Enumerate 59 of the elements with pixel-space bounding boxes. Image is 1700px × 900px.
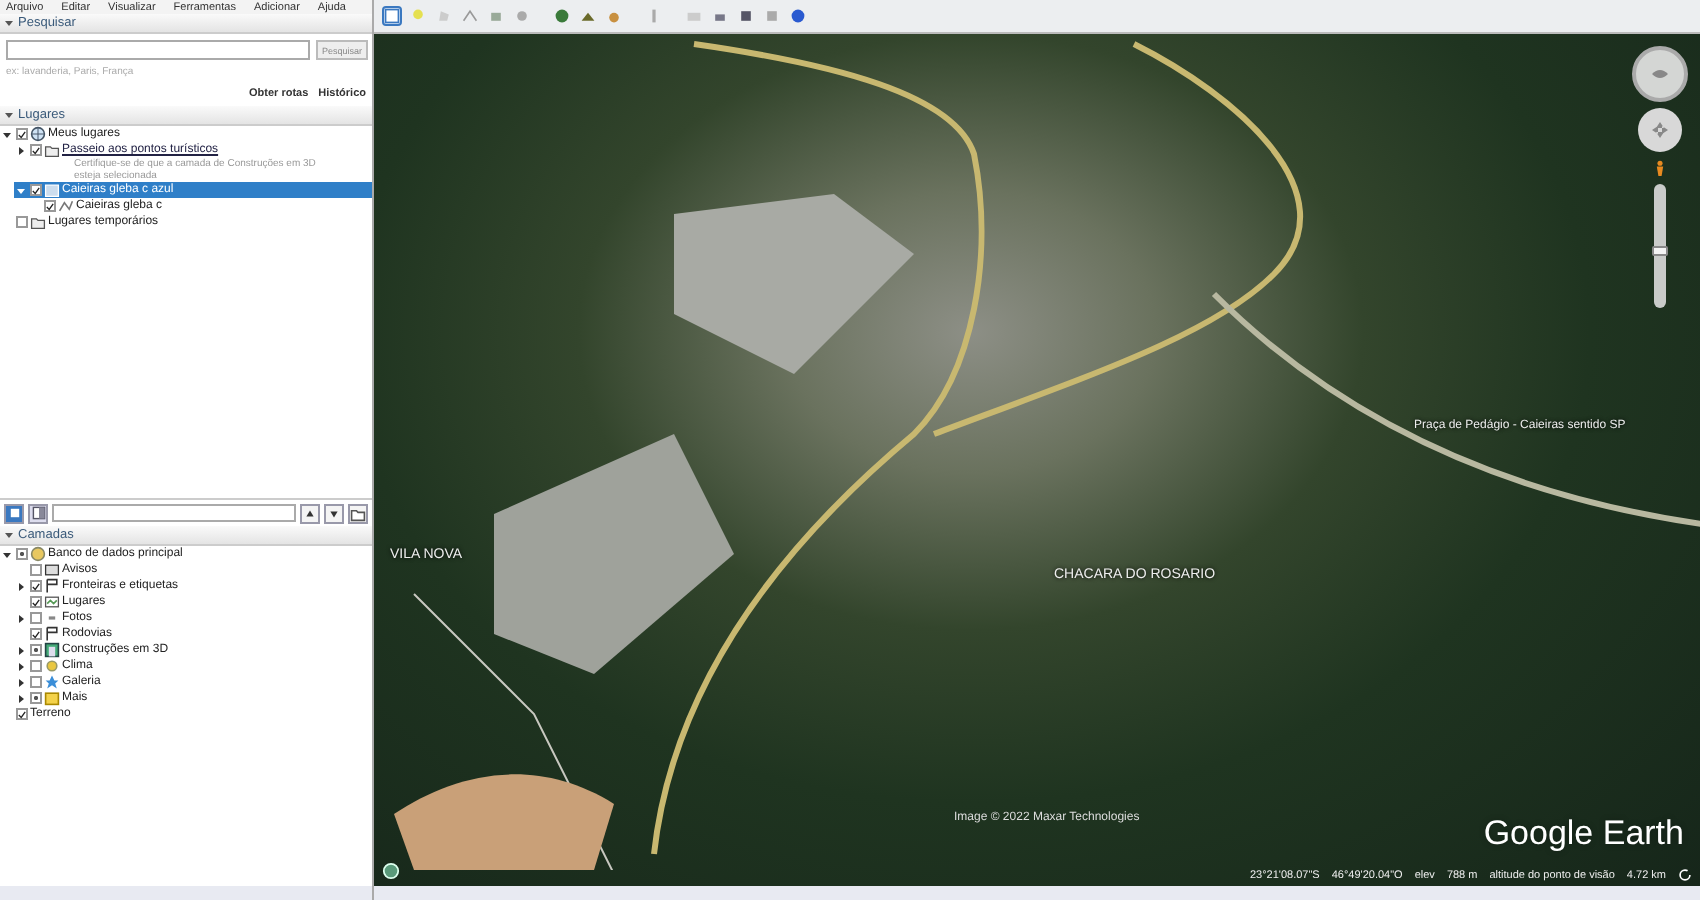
checkbox[interactable] [30,676,42,688]
checkbox[interactable] [16,708,28,720]
panel-icon [31,506,45,520]
loading-icon [1678,868,1692,882]
path-icon [58,198,74,214]
collapse-arrow-icon[interactable] [2,129,12,139]
map-view-button[interactable] [4,503,24,523]
checkbox[interactable] [30,596,42,608]
checkbox[interactable] [30,628,42,640]
zoom-slider-thumb[interactable] [1652,246,1668,257]
collapse-arrow-icon[interactable] [2,549,12,559]
look-control[interactable] [1632,46,1688,102]
checkbox[interactable] [44,200,56,212]
checkbox[interactable] [30,644,42,656]
logo-text: Google Earth [1483,814,1684,854]
search-field[interactable] [6,40,310,60]
toolbar-button[interactable] [382,6,402,26]
checkbox[interactable] [30,580,42,592]
expand-arrow-icon[interactable] [16,693,26,703]
move-up-button[interactable] [300,503,320,523]
polygon-icon [44,182,60,198]
building-icon [44,642,60,658]
gallery-icon [44,674,60,690]
checkbox[interactable] [30,564,42,576]
checkbox[interactable] [30,692,42,704]
up-arrow-icon [304,507,316,519]
checkbox[interactable] [16,128,28,140]
checkbox[interactable] [16,216,28,228]
expand-arrow-icon[interactable] [16,613,26,623]
move-down-button[interactable] [324,503,344,523]
checkbox[interactable] [16,548,28,560]
database-icon [30,546,46,562]
expand-arrow-icon[interactable] [16,145,26,155]
check-icon [18,709,26,719]
checkbox[interactable] [30,184,42,196]
path-icon [462,8,478,24]
expand-arrow-icon[interactable] [16,677,26,687]
hand-icon [1650,120,1670,140]
checkbox[interactable] [30,612,42,624]
move-control[interactable] [1638,108,1682,152]
flag-icon [44,626,60,642]
sidebar-icon [384,8,400,24]
pin-icon [410,8,426,24]
checkbox[interactable] [30,144,42,156]
expand-arrow-icon[interactable] [16,645,26,655]
places-icon [44,594,60,610]
flag-icon [44,578,60,594]
person-icon [1652,158,1668,178]
expand-arrow-icon[interactable] [16,581,26,591]
envelope-icon [44,562,60,578]
layer-search-field[interactable] [52,504,296,522]
checkbox[interactable] [30,660,42,672]
expand-arrow-icon[interactable] [16,661,26,671]
sidebar-toggle-button[interactable] [28,503,48,523]
polygon-icon [436,8,452,24]
eye-icon [1650,64,1670,84]
down-arrow-icon [328,507,340,519]
window-icon [7,506,21,520]
check-icon [32,629,40,639]
